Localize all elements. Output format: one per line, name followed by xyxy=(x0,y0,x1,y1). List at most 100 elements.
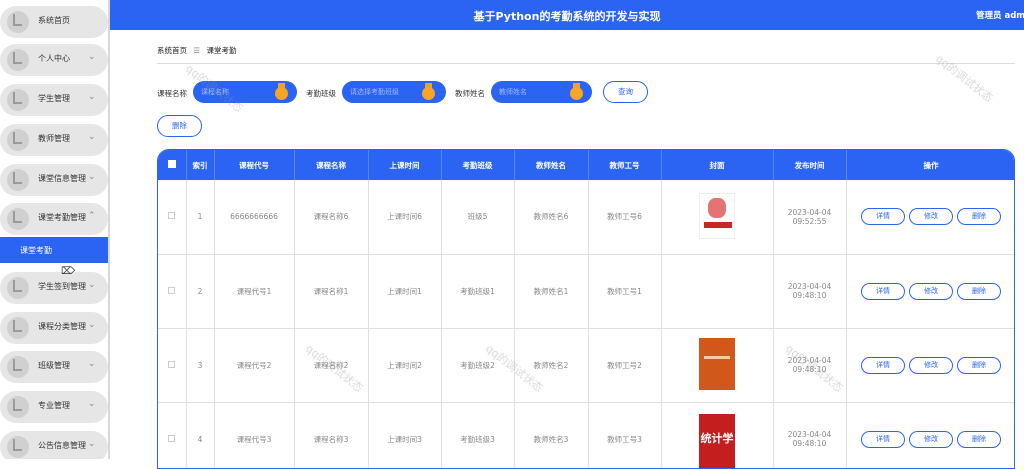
sidebar-item-teachers[interactable]: 教师管理 ⌄ xyxy=(0,124,108,156)
course-name-label: 课程名称 xyxy=(157,89,187,98)
sidebar-item-students[interactable]: 学生管理 ⌄ xyxy=(0,84,108,116)
clock-icon xyxy=(7,317,29,339)
sidebar-item-class-manage[interactable]: 班级管理 ⌄ xyxy=(0,351,108,383)
select-all-checkbox[interactable] xyxy=(167,160,176,168)
sidebar-item-attendance[interactable]: 课堂考勤管理 ⌃ xyxy=(0,203,108,235)
user-label[interactable]: 管理员 admin 退出 xyxy=(976,9,1024,21)
teacher-input[interactable]: 教师姓名 xyxy=(491,81,592,103)
sidebar-item-label: 课堂信息管理 xyxy=(38,174,86,183)
table-row: 3 课程代号2 课程名称2 上课时间2 考勤班级2 教师姓名2 教师工号2 20… xyxy=(158,328,1014,403)
course-code-cell: 课程代号2 xyxy=(214,328,295,403)
detail-button[interactable]: 详情 xyxy=(861,208,905,226)
watermark: qq的调试状态 xyxy=(933,52,996,105)
sidebar-item-label: 学生管理 xyxy=(38,94,70,103)
clock-icon xyxy=(7,356,29,378)
clock-icon xyxy=(7,49,29,71)
class-select[interactable]: 请选择考勤班级 xyxy=(342,81,446,103)
class-cell: 班级5 xyxy=(441,180,515,255)
row-checkbox[interactable] xyxy=(168,434,176,442)
teacher-name-cell: 教师姓名2 xyxy=(514,328,589,403)
select-all-header[interactable] xyxy=(158,150,187,180)
book-cover-image: 统计学 xyxy=(699,414,735,468)
sidebar-item-label: 专业管理 xyxy=(38,401,70,410)
class-time-cell: 上课时间6 xyxy=(368,180,442,255)
row-checkbox[interactable] xyxy=(168,212,176,220)
actions-cell: 详情 修改 删除 xyxy=(846,254,1014,329)
index-cell: 1 xyxy=(186,180,215,255)
column-header: 课程代号 xyxy=(214,150,295,180)
column-header: 课程名称 xyxy=(294,150,369,180)
breadcrumb: 系统首页 ☰ 课堂考勤 xyxy=(157,45,237,56)
chevron-down-icon: ⌄ xyxy=(88,52,96,62)
column-header: 考勤班级 xyxy=(441,150,515,180)
chevron-down-icon: ⌄ xyxy=(88,132,96,142)
sidebar-item-course-category[interactable]: 课程分类管理 ⌄ xyxy=(0,312,108,344)
sidebar-item-checkin[interactable]: 学生签到管理 ⌄ xyxy=(0,272,108,304)
sidebar-item-class-info[interactable]: 课堂信息管理 ⌄ xyxy=(0,164,108,196)
row-checkbox[interactable] xyxy=(168,286,176,294)
chevron-down-icon: ⌄ xyxy=(88,280,96,290)
detail-button[interactable]: 详情 xyxy=(861,282,905,300)
course-name-cell: 课程名称6 xyxy=(294,180,369,255)
delete-button[interactable]: 删除 xyxy=(957,282,1001,300)
row-select-cell[interactable] xyxy=(158,254,187,329)
teacher-no-cell: 教师工号6 xyxy=(588,180,662,255)
clock-icon xyxy=(7,169,29,191)
clock-icon xyxy=(7,277,29,299)
sidebar-subitem-attendance[interactable]: 课堂考勤 xyxy=(0,237,108,263)
clock-icon xyxy=(7,396,29,418)
edit-button[interactable]: 修改 xyxy=(909,430,953,448)
row-checkbox[interactable] xyxy=(168,360,176,368)
delete-button[interactable]: 删除 xyxy=(957,356,1001,374)
column-header: 索引 xyxy=(186,150,215,180)
medal-icon xyxy=(275,83,288,100)
sidebar-item-label: 课堂考勤管理 xyxy=(38,213,86,222)
column-header: 操作 xyxy=(846,150,1014,180)
sidebar-item-label: 公告信息管理 xyxy=(38,441,86,450)
delete-button[interactable]: 删除 xyxy=(957,208,1001,226)
breadcrumb-current: 课堂考勤 xyxy=(206,46,237,55)
edit-button[interactable]: 修改 xyxy=(909,208,953,226)
class-cell: 考勤班级1 xyxy=(441,254,515,329)
class-time-cell: 上课时间2 xyxy=(368,328,442,403)
published-cell: 2023-04-04 09:48:10 xyxy=(773,254,847,329)
sidebar-item-label: 教师管理 xyxy=(38,134,70,143)
course-name-cell: 课程名称1 xyxy=(294,254,369,329)
course-code-cell: 6666666666 xyxy=(214,180,295,255)
top-bar: 基于Python的考勤系统的开发与实现 管理员 admin 退出 xyxy=(110,0,1024,30)
search-button[interactable]: 查询 xyxy=(603,81,648,103)
breadcrumb-home[interactable]: 系统首页 xyxy=(157,46,187,55)
column-header: 封面 xyxy=(661,150,774,180)
sidebar-item-major[interactable]: 专业管理 ⌄ xyxy=(0,391,108,423)
column-header: 教师工号 xyxy=(588,150,662,180)
course-name-input[interactable]: 课程名称 xyxy=(193,81,297,103)
batch-delete-button[interactable]: 删除 xyxy=(157,115,202,137)
cover-cell xyxy=(661,226,774,329)
row-select-cell[interactable] xyxy=(158,328,187,403)
sidebar-item-home[interactable]: 系统首页 xyxy=(0,6,108,38)
edit-button[interactable]: 修改 xyxy=(909,282,953,300)
edit-button[interactable]: 修改 xyxy=(909,356,953,374)
column-header: 发布时间 xyxy=(773,150,847,180)
sidebar-item-label: 课程分类管理 xyxy=(38,322,86,331)
class-cell: 考勤班级2 xyxy=(441,328,515,403)
mouse-cursor-icon: ⌦ xyxy=(61,266,76,277)
sidebar-item-notice[interactable]: 公告信息管理 ⌄ xyxy=(0,431,108,459)
clock-icon xyxy=(7,89,29,111)
delete-button[interactable]: 删除 xyxy=(957,430,1001,448)
sidebar-item-personal-center[interactable]: 个人中心 ⌄ xyxy=(0,44,108,76)
medal-icon xyxy=(570,83,583,100)
medal-icon xyxy=(422,83,435,100)
teacher-no-cell: 教师工号2 xyxy=(588,328,662,403)
breadcrumb-separator: ☰ xyxy=(193,46,201,55)
column-header: 教师姓名 xyxy=(514,150,589,180)
row-select-cell[interactable] xyxy=(158,180,187,255)
book-cover-image xyxy=(699,192,735,239)
detail-button[interactable]: 详情 xyxy=(861,430,905,448)
sidebar-item-label: 班级管理 xyxy=(38,361,70,370)
teacher-name-cell: 教师姓名1 xyxy=(514,254,589,329)
teacher-name-cell: 教师姓名6 xyxy=(514,180,589,255)
sidebar-divider xyxy=(108,0,110,459)
course-code-cell: 课程代号1 xyxy=(214,254,295,329)
detail-button[interactable]: 详情 xyxy=(861,356,905,374)
